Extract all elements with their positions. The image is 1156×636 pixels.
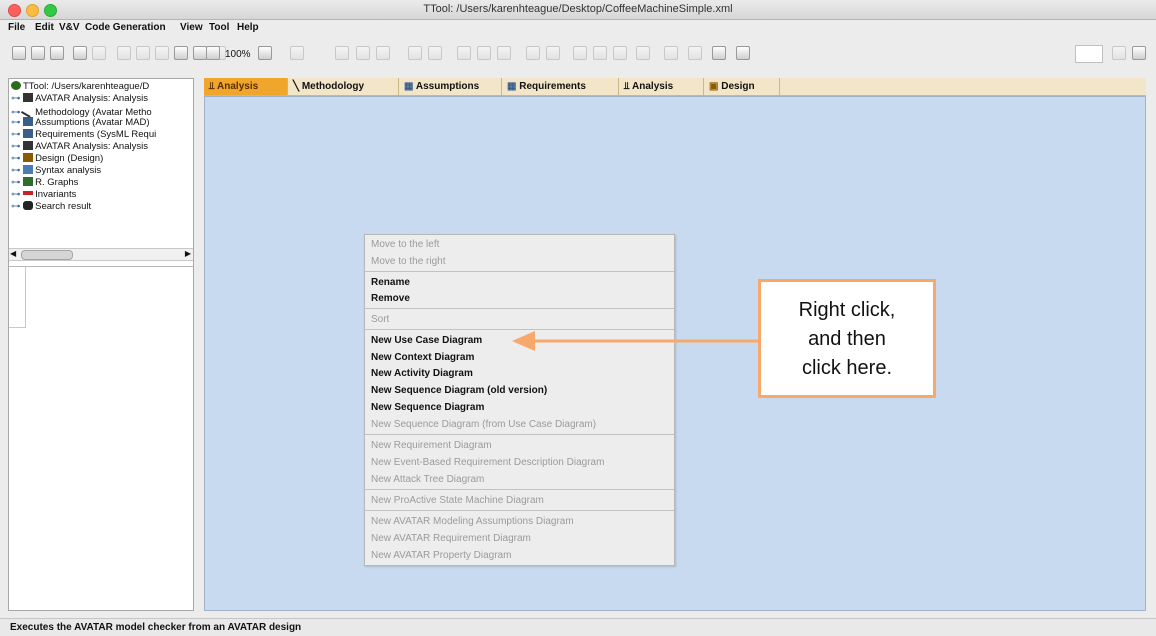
annotation-callout: Right click, and then click here.	[758, 279, 936, 398]
ttool-window: TTool: /Users/karenhteague/Desktop/Coffe…	[0, 0, 1156, 636]
annotation-arrow	[512, 331, 758, 351]
arrow-head	[512, 331, 535, 351]
callout-line: and then	[808, 328, 886, 350]
status-bar: Executes the AVATAR model checker from a…	[0, 618, 1156, 636]
status-text: Executes the AVATAR model checker from a…	[10, 622, 302, 633]
callout-line: Right click,	[798, 299, 896, 321]
callout-line: click here.	[801, 357, 893, 379]
